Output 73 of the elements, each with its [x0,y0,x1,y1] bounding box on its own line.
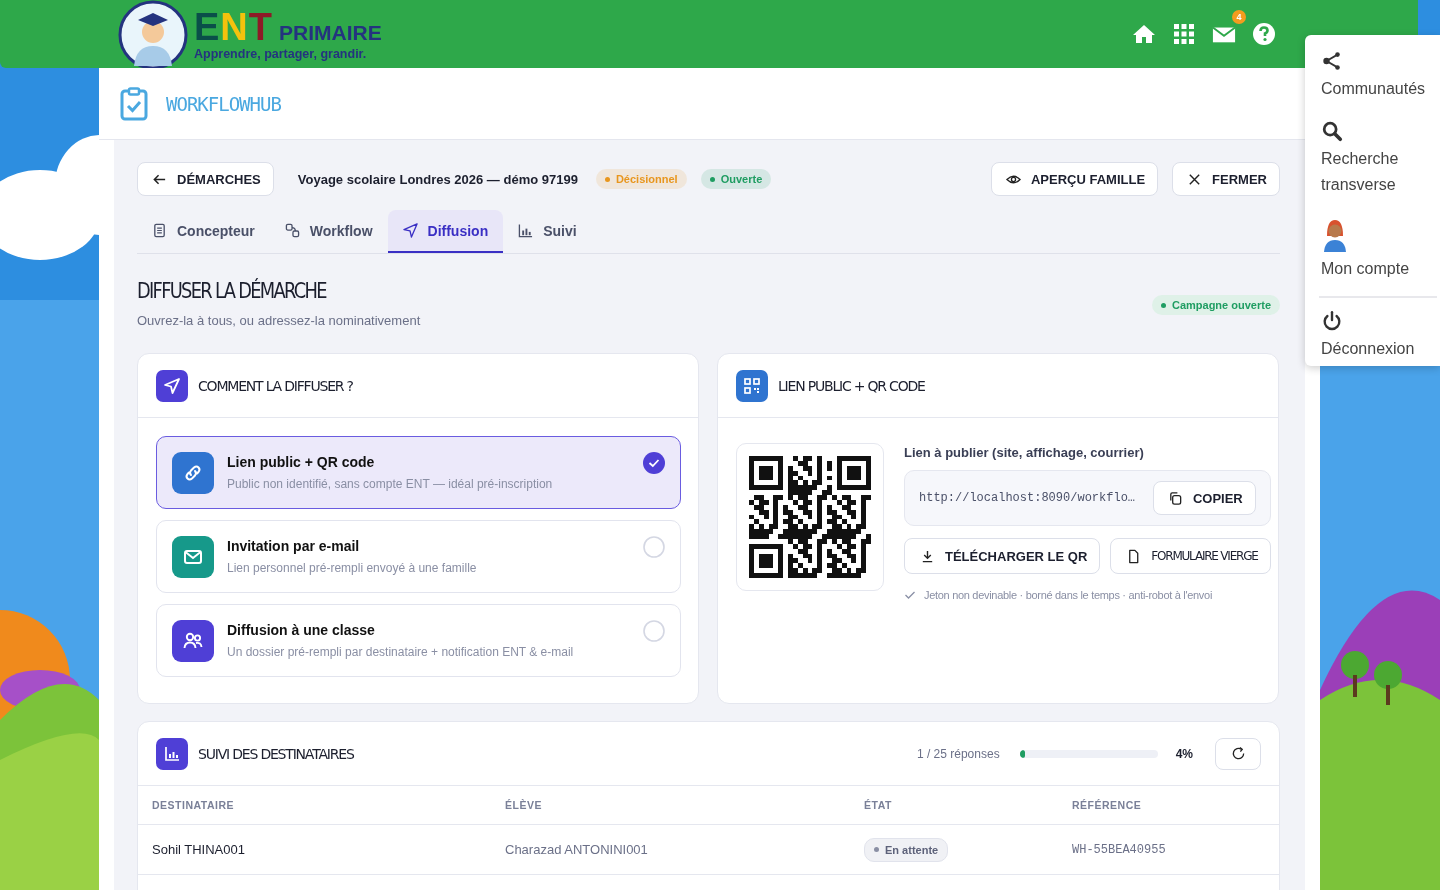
chart-icon [156,737,188,770]
option-description: Public non identifié, sans compte ENT — idéal pré-inscription [227,477,554,491]
workflow-icon [284,223,300,238]
option-title: Invitation par e-mail [227,538,361,554]
copy-icon [1167,490,1183,506]
column-header: DESTINATAIRE [152,799,236,811]
copy-button[interactable]: COPIER [1152,481,1256,515]
card-title: SUIVI DES DESTINATAIRES [198,745,354,762]
radio-icon [643,620,665,642]
option-card[interactable]: Lien public + QR code Public non identifié, sans compte ENT — idéal pré-inscription [156,436,681,509]
status-badge: Ouverte [700,169,772,189]
search-icon[interactable] [1321,120,1343,142]
table-cell-text: WH-55BEA40955 [1072,842,1167,857]
security-note: Jeton non devinable · borné dans le temps · anti-robot à l'envoi [924,589,1213,601]
refresh-icon [1230,746,1246,761]
send-icon [402,223,418,238]
chart-icon [518,223,534,238]
option-description: Un dossier pré-rempli par destinataire + notification ENT & e-mail [227,645,575,659]
download-qr-button[interactable]: TÉLÉCHARGER LE QR [904,538,1101,574]
graduate-avatar-icon [118,0,188,70]
column-header: RÉFÉRENCE [1072,799,1143,811]
logo-word: PRIMAIRE [279,20,382,46]
menu-item[interactable]: Recherche transverse [1321,146,1431,198]
column-header: ÉLÈVE [505,799,543,811]
check-icon [904,589,916,601]
refresh-button[interactable] [1215,737,1261,770]
share-icon[interactable] [1321,50,1343,72]
download-icon [920,548,935,564]
blank-form-button[interactable]: FORMULAIRE VIERGE [1110,538,1271,574]
apps-grid-icon[interactable] [1172,22,1196,46]
tab[interactable]: Concepteur [137,210,270,253]
section-subtitle: Ouvrez-la à tous, ou adressez-la nominativement [137,313,421,328]
field-label: Lien à publier (site, affichage, courrier) [904,445,1145,460]
table-cell-text: Charazad ANTONINI001 [505,842,649,857]
section-title: DIFFUSER LA DÉMARCHE [137,279,328,303]
status-badge: Décisionnel [595,169,687,189]
option-card[interactable]: Diffusion à une classe Un dossier pré-rempli par destinataire + notification ENT & e-mail [156,604,681,677]
send-icon [156,369,188,402]
tab[interactable]: Workflow [269,210,388,253]
close-button[interactable]: FERMER [1172,162,1280,196]
qr-icon [736,369,768,402]
power-icon[interactable] [1321,310,1343,332]
radio-icon [643,536,665,558]
logo-letters: ENT [194,7,274,47]
status-badge: En attente [864,837,949,862]
clipboard-check-icon [120,86,148,121]
check-icon [643,452,665,474]
option-title: Diffusion à une classe [227,622,376,638]
home-icon[interactable] [1132,22,1156,46]
card-title: COMMENT LA DIFFUSER ? [198,377,353,394]
option-description: Lien personnel pré-rempli envoyé à une famille [227,561,478,575]
option-title: Lien public + QR code [227,454,376,470]
back-button[interactable]: DÉMARCHES [137,162,274,196]
menu-item[interactable]: Communautés [1321,76,1426,102]
tab[interactable]: Diffusion [387,210,504,253]
campaign-status-badge: Campagne ouverte [1151,295,1280,315]
help-icon[interactable] [1252,22,1276,46]
app-title: WORKFLOWHUB [166,92,281,115]
card-title: LIEN PUBLIC + QR CODE [778,377,925,394]
option-card[interactable]: Invitation par e-mail Lien personnel pré-rempli envoyé à une famille [156,520,681,593]
column-header: ÉTAT [864,799,893,811]
progress-percent: 4% [1175,746,1193,761]
preview-button[interactable]: APERÇU FAMILLE [991,162,1159,196]
document-title: Voyage scolaire Londres 2026 — démo 97199 [297,171,578,187]
document-icon [152,223,167,238]
menu-item[interactable]: Déconnexion [1321,336,1415,362]
tab[interactable]: Suivi [503,210,592,253]
table-cell-text: Sohil THINA001 [152,842,246,857]
response-count: 1 / 25 réponses [916,746,1000,761]
notification-badge: 4 [1232,10,1246,24]
url-field[interactable]: http://localhost:8090/workflo… [919,491,1136,505]
menu-item[interactable]: Mon compte [1321,256,1410,282]
logo-tagline: Apprendre, partager, grandir. [194,47,368,61]
